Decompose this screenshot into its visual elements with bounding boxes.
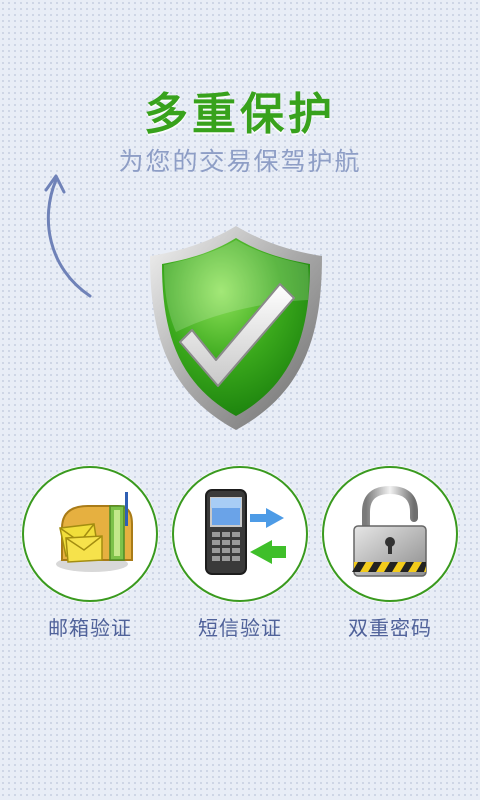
feature-circle[interactable]	[22, 466, 158, 602]
feature-circle[interactable]	[172, 466, 308, 602]
feature-label: 短信验证	[198, 616, 282, 640]
feature-dual-password[interactable]: 双重密码	[322, 466, 458, 641]
security-shield-icon	[150, 226, 322, 430]
feature-email-verification[interactable]: 邮箱验证	[22, 466, 158, 641]
feature-label: 双重密码	[348, 616, 432, 640]
mobile-phone-icon	[205, 489, 286, 575]
padlock-icon	[352, 485, 427, 577]
feature-sms-verification[interactable]: 短信验证	[172, 466, 308, 641]
page-title: 多重保护	[144, 89, 336, 140]
curved-arrow-icon	[44, 174, 92, 298]
feature-circle[interactable]	[322, 466, 458, 602]
mailbox-icon	[56, 492, 133, 572]
feature-label: 邮箱验证	[48, 616, 132, 640]
